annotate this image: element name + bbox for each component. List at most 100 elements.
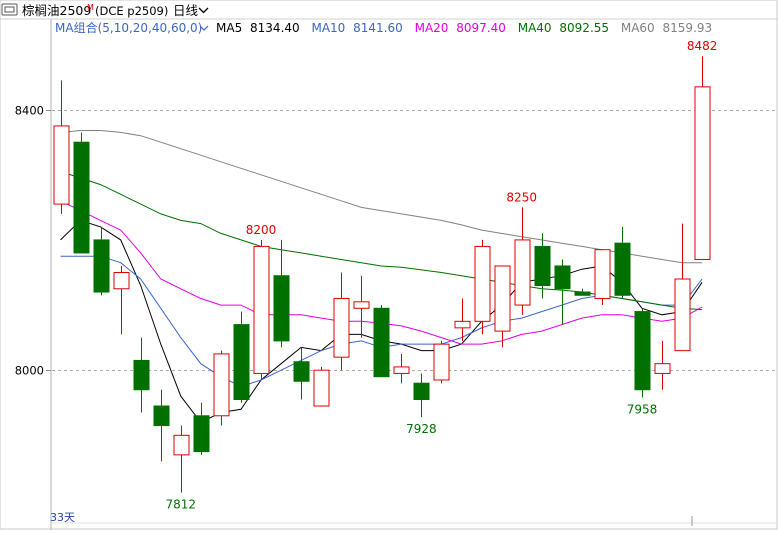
candle-7[interactable] xyxy=(173,425,190,493)
annotation-8200: 8200 xyxy=(246,223,277,237)
chevron-down-icon[interactable] xyxy=(198,7,209,14)
candle-body-down xyxy=(413,382,430,400)
candle-body-down xyxy=(534,245,551,287)
candle-14[interactable] xyxy=(313,366,330,407)
window-icon-inner xyxy=(4,6,15,13)
candle-4[interactable] xyxy=(113,265,130,335)
candle-body-down xyxy=(634,311,651,391)
kline-chart[interactable]: 棕榈油2509 M (DCE p2509) 日线 MA组合(5,10,20,40… xyxy=(0,0,778,530)
candle-23[interactable] xyxy=(494,265,511,348)
annotation-8250: 8250 xyxy=(506,190,537,204)
annotation-7958: 7958 xyxy=(627,403,658,417)
candle-24[interactable] xyxy=(514,207,531,315)
chart-frame xyxy=(0,0,778,530)
candle-body-down xyxy=(73,141,90,254)
instrument-name: 棕榈油2509 xyxy=(22,3,91,18)
candle-17[interactable] xyxy=(373,305,390,378)
candle-8[interactable] xyxy=(193,402,210,455)
candle-15[interactable] xyxy=(333,272,350,371)
candle-body-up xyxy=(494,265,511,332)
ma60-line xyxy=(60,130,703,264)
candle-29[interactable] xyxy=(614,226,631,299)
candle-body-down xyxy=(93,239,110,293)
chart-stage: 棕榈油2509 M (DCE p2509) 日线 MA组合(5,10,20,40… xyxy=(0,0,778,530)
candle-33[interactable] xyxy=(694,56,711,260)
candle-body-up xyxy=(514,239,531,306)
candle-11[interactable] xyxy=(253,239,270,380)
candle-22[interactable] xyxy=(474,239,491,335)
candle-body-up xyxy=(674,278,691,352)
period-selector[interactable]: 日线 xyxy=(173,3,199,18)
candle-18[interactable] xyxy=(393,353,410,384)
ma5-value: 8134.40 xyxy=(250,21,300,35)
y-axis-labels: 8000 8400 xyxy=(15,104,51,378)
candle-body-down xyxy=(193,415,210,453)
candle-body-up xyxy=(333,298,350,358)
days-label: 33天 xyxy=(50,511,75,524)
y-tick-label-8000: 8000 xyxy=(15,364,44,378)
candle-28[interactable] xyxy=(594,249,611,306)
candle-body-up xyxy=(474,245,491,322)
candle-body-up xyxy=(353,301,370,309)
candle-body-up xyxy=(213,353,230,417)
candle-20[interactable] xyxy=(433,340,450,384)
candle-body-up xyxy=(694,86,711,260)
candle-body-down xyxy=(153,405,170,427)
candle-body-up xyxy=(313,369,330,407)
candle-body-down xyxy=(273,275,290,342)
candle-body-up xyxy=(173,434,190,456)
candle-body-up xyxy=(594,249,611,300)
candle-26[interactable] xyxy=(554,259,571,325)
candle-body-down xyxy=(373,307,390,378)
ma10-value: 8141.60 xyxy=(353,21,403,35)
candle-body-down xyxy=(574,291,591,296)
candle-body-up xyxy=(433,343,450,381)
ma-set-label[interactable]: MA组合(5,10,20,40,60,0) xyxy=(55,20,202,35)
window-icon[interactable] xyxy=(1,3,18,16)
candle-32[interactable] xyxy=(674,223,691,352)
annotation-7928: 7928 xyxy=(406,422,437,436)
candle-body-up xyxy=(53,125,70,205)
window-header: 棕榈油2509 M (DCE p2509) 日线 xyxy=(1,3,209,18)
main-contract-flag: M xyxy=(87,3,94,12)
candle-27[interactable] xyxy=(574,288,591,296)
ma40-value: 8092.55 xyxy=(559,21,609,35)
ma60-value: 8159.93 xyxy=(663,21,713,35)
candle-body-up xyxy=(654,363,671,374)
candle-body-down xyxy=(554,265,571,290)
y-tick-label-8400: 8400 xyxy=(15,104,44,118)
annotation-8482: 8482 xyxy=(687,39,718,53)
candle-19[interactable] xyxy=(413,373,430,418)
ma10-legend: MA10 xyxy=(311,21,345,35)
annotation-7812: 7812 xyxy=(166,498,197,512)
candle-body-up xyxy=(454,320,471,329)
candle-1[interactable] xyxy=(53,80,70,214)
price-grid xyxy=(52,110,778,371)
ma40-legend: MA40 xyxy=(518,21,552,35)
candle-body-up xyxy=(393,366,410,374)
ma-legend: MA组合(5,10,20,40,60,0) MA5 8134.40 MA10 8… xyxy=(55,20,712,35)
candle-9[interactable] xyxy=(213,350,230,426)
candle-12[interactable] xyxy=(273,239,290,348)
candle-10[interactable] xyxy=(233,311,250,403)
candle-16[interactable] xyxy=(353,275,370,338)
candle-body-down xyxy=(293,361,310,382)
candle-body-up xyxy=(253,245,270,374)
ma5-legend: MA5 xyxy=(216,21,242,35)
candle-5[interactable] xyxy=(133,337,150,413)
candle-30[interactable] xyxy=(634,308,651,398)
ma20-legend: MA20 xyxy=(415,21,449,35)
ma60-legend: MA60 xyxy=(621,21,655,35)
candle-13[interactable] xyxy=(293,347,310,400)
ma20-value: 8097.40 xyxy=(456,21,506,35)
candle-body-down xyxy=(614,242,631,296)
candle-body-down xyxy=(133,359,150,391)
candle-6[interactable] xyxy=(153,389,170,462)
exchange-code: (DCE p2509) xyxy=(95,4,168,18)
ma-values-row: MA5 8134.40 MA10 8141.60 MA20 8097.40 MA… xyxy=(216,21,712,35)
candle-3[interactable] xyxy=(93,226,110,296)
candle-31[interactable] xyxy=(654,340,671,390)
candle-2[interactable] xyxy=(73,132,90,254)
candle-body-up xyxy=(113,271,130,290)
candle-body-down xyxy=(233,324,250,401)
